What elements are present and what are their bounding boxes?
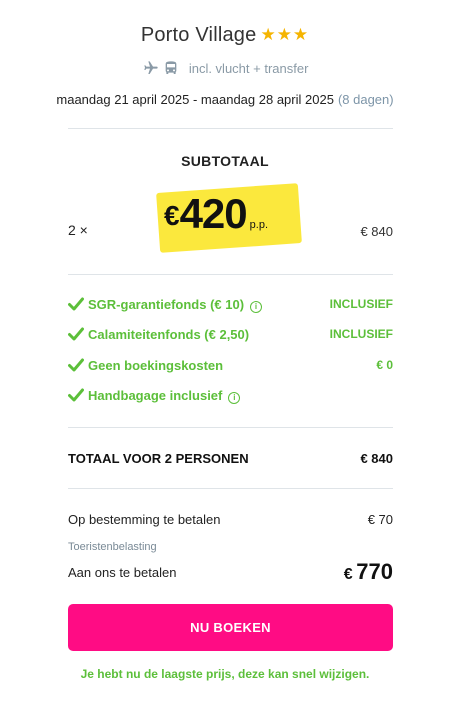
pay-currency: € [343,566,353,583]
bus-icon [165,61,177,74]
fee-label: Geen boekingskosten [88,358,224,373]
transport-label: incl. vlucht + transfer [188,61,309,76]
divider [68,274,393,275]
check-icon [68,327,84,341]
fee-label: Handbagage inclusief [88,388,223,403]
transport-info: incl. vlucht + transfer [0,60,450,76]
fee-row-calamiteiten: Calamiteitenfonds (€ 2,50) INCLUSIEF [68,327,393,347]
hotel-title: Porto Village ★★★ [0,24,450,47]
check-icon [68,358,84,372]
total-label: TOTAAL VOOR 2 PERSONEN [68,451,249,466]
total-row: TOTAAL VOOR 2 PERSONEN € 840 [68,451,393,466]
divider [68,488,393,489]
fee-value: INCLUSIEF [329,327,393,341]
date-range: maandag 21 april 2025 - maandag 28 april… [56,92,334,107]
subtotal-heading: SUBTOTAAL [181,153,269,169]
pay-to-us-row: Aan ons te betalen € 770 [68,559,393,584]
fee-value: € 0 [376,358,393,372]
fee-row-hand-luggage: Handbagage inclusief i [68,388,393,408]
fee-row-sgr: SGR-garantiefonds (€ 10) i INCLUSIEF [68,297,393,317]
tourist-tax-note: Toeristenbelasting [68,541,157,553]
price-currency: € [164,200,180,231]
book-now-button[interactable]: NU BOEKEN [68,604,393,651]
lowest-price-notice: Je hebt nu de laagste prijs, deze kan sn… [80,667,370,681]
divider [68,427,393,428]
star-rating: ★★★ [260,25,310,44]
pay-label: Aan ons te betalen [68,565,177,580]
plane-icon [143,61,158,74]
pay-amount: 770 [356,559,393,584]
fee-label: SGR-garantiefonds (€ 10) [88,297,245,312]
total-value: € 840 [360,451,393,466]
check-icon [68,388,84,402]
quantity: 2 × [68,222,88,238]
trip-duration: (8 dagen) [337,92,394,107]
line-total: € 840 [360,224,393,239]
price-per-person: €420 p.p. [152,183,304,254]
hotel-name: Porto Village [140,24,257,46]
check-icon [68,297,84,311]
fee-label: Calamiteitenfonds (€ 2,50) [88,327,250,342]
fee-row-booking-costs: Geen boekingskosten € 0 [68,358,393,378]
per-person-label: p.p. [249,219,269,231]
price-amount: 420 [179,190,248,237]
info-icon[interactable]: i [228,392,241,404]
info-icon[interactable]: i [250,301,263,313]
divider [68,128,393,129]
destination-value: € 70 [367,512,393,527]
fee-value: INCLUSIEF [329,297,393,311]
destination-payment-row: Op bestemming te betalen € 70 [68,512,393,527]
travel-dates: maandag 21 april 2025 - maandag 28 april… [0,92,450,107]
pay-value: € 770 [344,559,393,585]
destination-label: Op bestemming te betalen [68,512,221,527]
